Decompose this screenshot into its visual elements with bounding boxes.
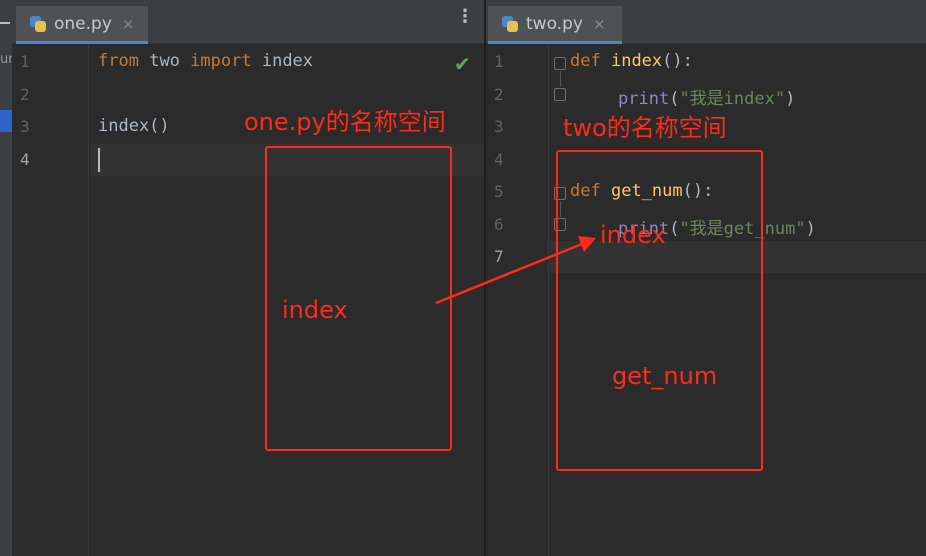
tab-filename: two.py xyxy=(526,13,583,34)
gutter-divider xyxy=(88,44,89,556)
tab-one-py[interactable]: one.py × xyxy=(16,6,148,44)
paren: ) xyxy=(785,89,796,109)
collapse-icon[interactable] xyxy=(0,22,10,24)
line-number: 5 xyxy=(494,182,504,201)
tab-filename: one.py xyxy=(54,13,112,34)
paren: ) xyxy=(805,219,816,239)
fold-icon[interactable] xyxy=(554,57,566,70)
code-line-2[interactable]: print("我是index") xyxy=(618,84,795,109)
signature: (): xyxy=(662,51,693,71)
code-line-1[interactable]: from two import index xyxy=(98,51,313,71)
keyword: def xyxy=(570,51,601,71)
gutter-divider xyxy=(548,44,549,556)
tab-bar: one.py × ⋮ xyxy=(12,0,484,44)
close-tab-icon[interactable]: × xyxy=(122,15,135,33)
function-name: index xyxy=(610,51,663,71)
import-name: index xyxy=(261,51,314,71)
annotation-right-getnum: get_num xyxy=(612,362,718,390)
line-number: 1 xyxy=(494,52,504,71)
python-file-icon xyxy=(28,14,48,34)
annotation-left-title: one.py的名称空间 xyxy=(244,108,446,136)
annotation-right-title: two的名称空间 xyxy=(563,114,727,142)
close-tab-icon[interactable]: × xyxy=(593,15,606,33)
line-number: 4 xyxy=(20,150,30,169)
builtin-name: print xyxy=(618,89,670,109)
code-line-3[interactable]: index() xyxy=(98,116,170,136)
inspection-ok-icon[interactable]: ✔ xyxy=(454,52,471,76)
tool-window-marker xyxy=(0,110,12,132)
keyword: import xyxy=(190,51,252,71)
fold-guide xyxy=(560,71,561,87)
tool-window-strip: ur xyxy=(0,0,14,556)
annotation-right-index: index xyxy=(600,221,666,249)
line-number: 4 xyxy=(494,150,504,169)
tab-two-py[interactable]: two.py × xyxy=(488,6,622,44)
text-caret xyxy=(98,148,100,172)
keyword: from xyxy=(98,51,139,71)
paren: ( xyxy=(669,89,680,109)
line-number: 3 xyxy=(20,117,30,136)
line-number: 3 xyxy=(494,117,504,136)
more-options-icon[interactable]: ⋮ xyxy=(456,8,474,26)
line-number: 7 xyxy=(494,247,504,266)
line-number: 2 xyxy=(494,85,504,104)
line-number: 1 xyxy=(20,52,30,71)
annotation-left-index: index xyxy=(282,296,348,324)
string-literal: "我是index" xyxy=(679,89,786,109)
module-name: two xyxy=(149,51,180,71)
python-file-icon xyxy=(500,14,520,34)
tab-bar: two.py × xyxy=(486,0,926,44)
annotation-right-box xyxy=(556,150,763,471)
line-number: 2 xyxy=(20,85,30,104)
code-line-1[interactable]: def index(): xyxy=(570,51,693,71)
fold-end-icon[interactable] xyxy=(554,88,566,101)
line-number: 6 xyxy=(494,215,504,234)
